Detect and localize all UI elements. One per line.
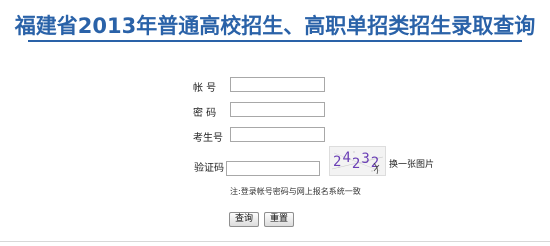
captcha-input[interactable] <box>226 161 320 176</box>
login-page: 福建省2013年普通高校招生、高职单招类招生录取查询 帐 号 密 码 考生号 验… <box>0 0 550 246</box>
footer-divider <box>0 241 550 242</box>
exam-number-input[interactable] <box>230 127 325 142</box>
page-title: 福建省2013年普通高校招生、高职单招类招生录取查询 <box>14 14 536 38</box>
login-note: 注:登录帐号密码与网上报名系统一致 <box>230 187 361 196</box>
password-label: 密 码 <box>193 108 217 119</box>
captcha-graphic: 24232 <box>330 147 385 175</box>
submit-button[interactable]: 查询 <box>229 212 259 227</box>
title-underline <box>28 40 522 42</box>
captcha-image[interactable]: 24232 <box>329 146 386 176</box>
account-input[interactable] <box>230 77 325 92</box>
exam-number-label: 考生号 <box>193 133 223 144</box>
reset-button[interactable]: 重置 <box>264 212 294 227</box>
password-input[interactable] <box>230 102 325 117</box>
refresh-captcha-link[interactable]: 换一张图片 <box>389 157 434 170</box>
captcha-label: 验证码 <box>194 163 224 174</box>
account-label: 帐 号 <box>193 83 217 94</box>
